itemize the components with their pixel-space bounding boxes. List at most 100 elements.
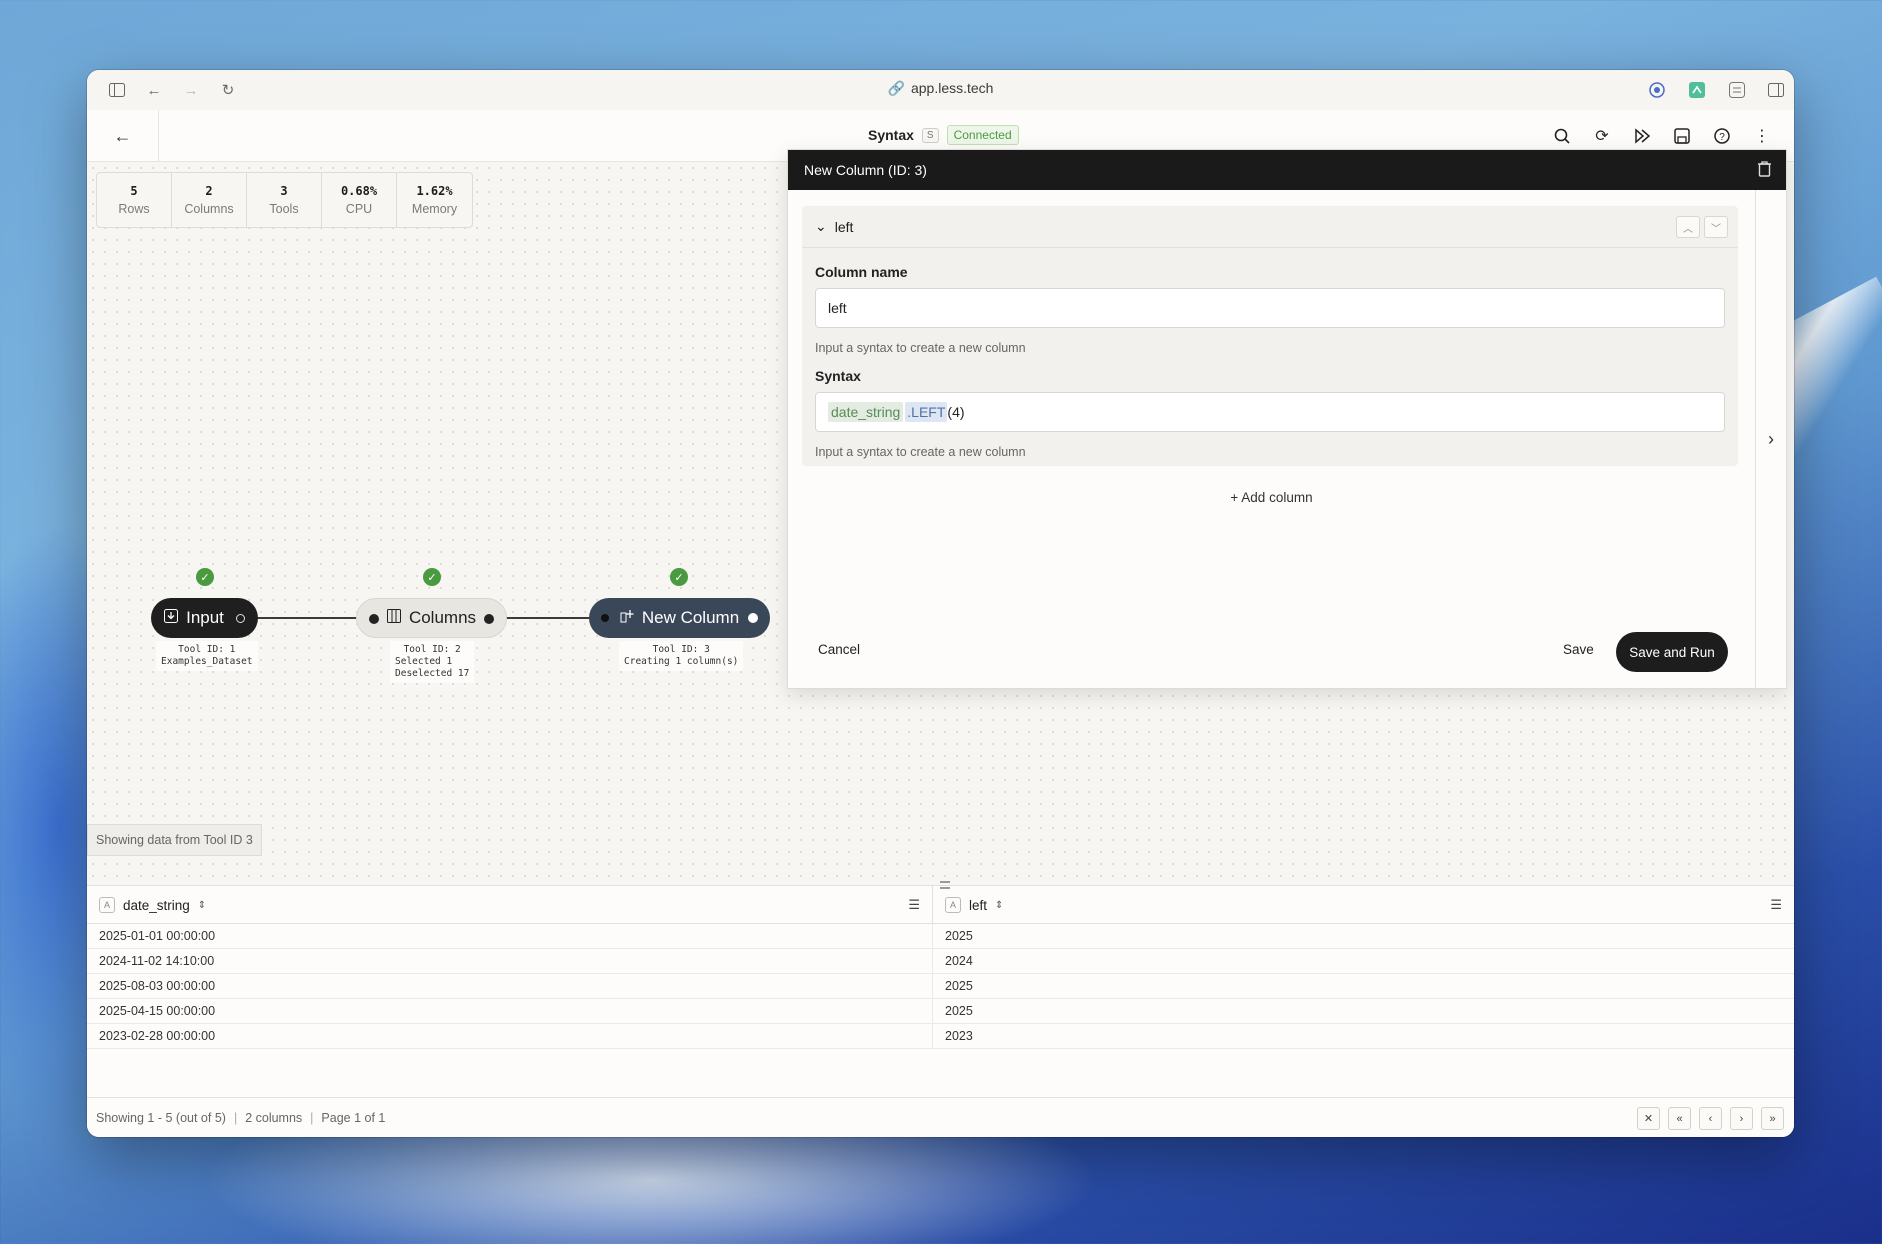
table-cell[interactable]: 2025 — [933, 999, 973, 1023]
syntax-help: Input a syntax to create a new column — [815, 445, 1026, 459]
table-cell[interactable]: 2023-02-28 00:00:00 — [87, 1024, 933, 1048]
grid-footer: Showing 1 - 5 (out of 5) | 2 columns | P… — [87, 1097, 1794, 1137]
table-cell[interactable]: 2024 — [933, 949, 973, 973]
node-new-column[interactable]: New Column — [589, 598, 770, 638]
add-column-label: Add column — [1241, 490, 1313, 505]
pagination: ✕ « ‹ › » — [1637, 1107, 1784, 1130]
column-section-header[interactable]: ⌄ left ︿ ﹀ — [802, 206, 1738, 248]
tool-config-panel: New Column (ID: 3) › ⌄ left ︿ ﹀ Column n… — [787, 149, 1787, 689]
node-new-column-info: Tool ID: 3 Creating 1 column(s) — [619, 641, 744, 671]
node-columns[interactable]: Columns — [356, 598, 507, 638]
table-cell[interactable]: 2025-01-01 00:00:00 — [87, 924, 933, 948]
column-header-label: left — [969, 897, 988, 913]
filter-icon[interactable]: ☰ — [908, 897, 920, 913]
sort-icon[interactable]: ⇕ — [198, 900, 206, 911]
row-count-text: Showing 1 - 5 (out of 5) — [96, 1110, 226, 1125]
help-icon[interactable]: ? — [1710, 124, 1734, 148]
text-type-icon: A — [945, 897, 961, 913]
input-port[interactable] — [369, 614, 379, 624]
extension-icon[interactable] — [1687, 80, 1707, 100]
column-name-help: Input a syntax to create a new column — [815, 341, 1026, 355]
close-icon[interactable]: ✕ — [1637, 1107, 1660, 1130]
reader-icon[interactable] — [1727, 80, 1747, 100]
syntax-label: Syntax — [815, 368, 861, 384]
table-cell[interactable]: 2025-04-15 00:00:00 — [87, 999, 933, 1023]
stat-memory: 1.62% Memory — [411, 184, 458, 216]
password-manager-icon[interactable] — [1647, 80, 1667, 100]
chevron-up-icon: ︿ — [1683, 223, 1693, 235]
stat-cpu: 0.68% CPU — [322, 173, 397, 227]
column-name-value: left — [828, 300, 847, 316]
stat-columns: 2 Columns — [172, 173, 247, 227]
status-success-icon: ✓ — [423, 568, 441, 586]
stat-rows: 5 Rows — [97, 173, 172, 227]
next-page-icon[interactable]: › — [1730, 1107, 1753, 1130]
run-all-icon[interactable] — [1630, 124, 1654, 148]
workflow-title: Syntax — [868, 127, 914, 143]
more-menu-icon[interactable]: ⋮ — [1750, 124, 1774, 148]
syntax-token-argument: (4) — [947, 404, 965, 420]
trash-icon[interactable] — [1757, 161, 1772, 182]
collapse-panel-button[interactable]: › — [1755, 190, 1786, 688]
table-cell[interactable]: 2025 — [933, 924, 973, 948]
cancel-button[interactable]: Cancel — [818, 642, 860, 657]
input-tool-icon — [164, 608, 179, 628]
new-column-tool-icon — [620, 608, 634, 628]
node-input-info: Tool ID: 1 Examples_Dataset — [156, 641, 258, 671]
sort-icon[interactable]: ⇕ — [995, 900, 1003, 911]
panel-title: New Column (ID: 3) — [804, 162, 927, 178]
grid-header: A date_string ⇕ ☰ A left ⇕ ☰ — [87, 886, 1794, 924]
table-cell[interactable]: 2024-11-02 14:10:00 — [87, 949, 933, 973]
shortcut-badge: S — [921, 127, 939, 143]
column-name-label: Column name — [815, 264, 908, 280]
footer-separator: | — [310, 1110, 314, 1125]
save-and-run-button[interactable]: Save and Run — [1616, 632, 1728, 672]
prev-page-icon[interactable]: ‹ — [1699, 1107, 1722, 1130]
syntax-token-function: .LEFT — [905, 402, 948, 422]
chevron-down-icon: ﹀ — [1711, 223, 1721, 235]
status-success-icon: ✓ — [196, 568, 214, 586]
table-row: 2024-11-02 14:10:00 2024 — [87, 949, 1794, 974]
arrow-left-icon: ← — [113, 125, 132, 146]
back-button[interactable]: ← — [87, 110, 159, 162]
first-page-icon[interactable]: « — [1668, 1107, 1691, 1130]
url-text: app.less.tech — [910, 80, 994, 96]
chevron-down-icon[interactable]: ⌄ — [815, 218, 827, 235]
output-port[interactable] — [235, 613, 245, 623]
last-page-icon[interactable]: » — [1761, 1107, 1784, 1130]
svg-text:?: ? — [1719, 132, 1725, 143]
url-bar[interactable]: 🔗 app.less.tech — [87, 80, 1794, 97]
header-toolbar: ⟳ ? ⋮ — [1550, 124, 1774, 148]
move-down-button[interactable]: ﹀ — [1704, 216, 1728, 238]
status-success-icon: ✓ — [670, 568, 688, 586]
data-source-label: Showing data from Tool ID 3 — [87, 824, 262, 856]
refresh-icon[interactable]: ⟳ — [1590, 124, 1614, 148]
move-up-button[interactable]: ︿ — [1676, 216, 1700, 238]
table-cell[interactable]: 2023 — [933, 1024, 973, 1048]
search-icon[interactable] — [1550, 124, 1574, 148]
table-row: 2025-01-01 00:00:00 2025 — [87, 924, 1794, 949]
column-definition-card: ⌄ left ︿ ﹀ Column name left Input a synt… — [802, 206, 1738, 466]
save-icon[interactable] — [1670, 124, 1694, 148]
output-port[interactable] — [748, 613, 758, 623]
table-row: 2025-04-15 00:00:00 2025 — [87, 999, 1794, 1024]
column-header-date-string[interactable]: A date_string ⇕ ☰ — [87, 886, 933, 924]
filter-icon[interactable]: ☰ — [1770, 897, 1782, 913]
table-cell[interactable]: 2025-08-03 00:00:00 — [87, 974, 933, 998]
table-cell[interactable]: 2025 — [933, 974, 973, 998]
output-port[interactable] — [484, 614, 494, 624]
node-input[interactable]: Input — [151, 598, 258, 638]
node-new-column-label: New Column — [641, 608, 740, 627]
column-header-left[interactable]: A left ⇕ ☰ — [933, 886, 1794, 924]
input-port[interactable] — [601, 614, 609, 622]
browser-window: ← → ↻ 🔗 app.less.tech ← Syntax S Connecte… — [87, 70, 1794, 1137]
column-name-input[interactable]: left — [815, 288, 1725, 328]
plus-icon: + — [1230, 490, 1239, 505]
syntax-input[interactable]: date_string .LEFT (4) — [815, 392, 1725, 432]
column-count-text: 2 columns — [245, 1110, 303, 1125]
split-view-icon[interactable] — [1766, 80, 1786, 100]
text-type-icon: A — [99, 897, 115, 913]
save-button[interactable]: Save — [1563, 642, 1594, 657]
add-column-button[interactable]: + Add column — [788, 490, 1755, 505]
panel-header: New Column (ID: 3) — [788, 150, 1786, 190]
